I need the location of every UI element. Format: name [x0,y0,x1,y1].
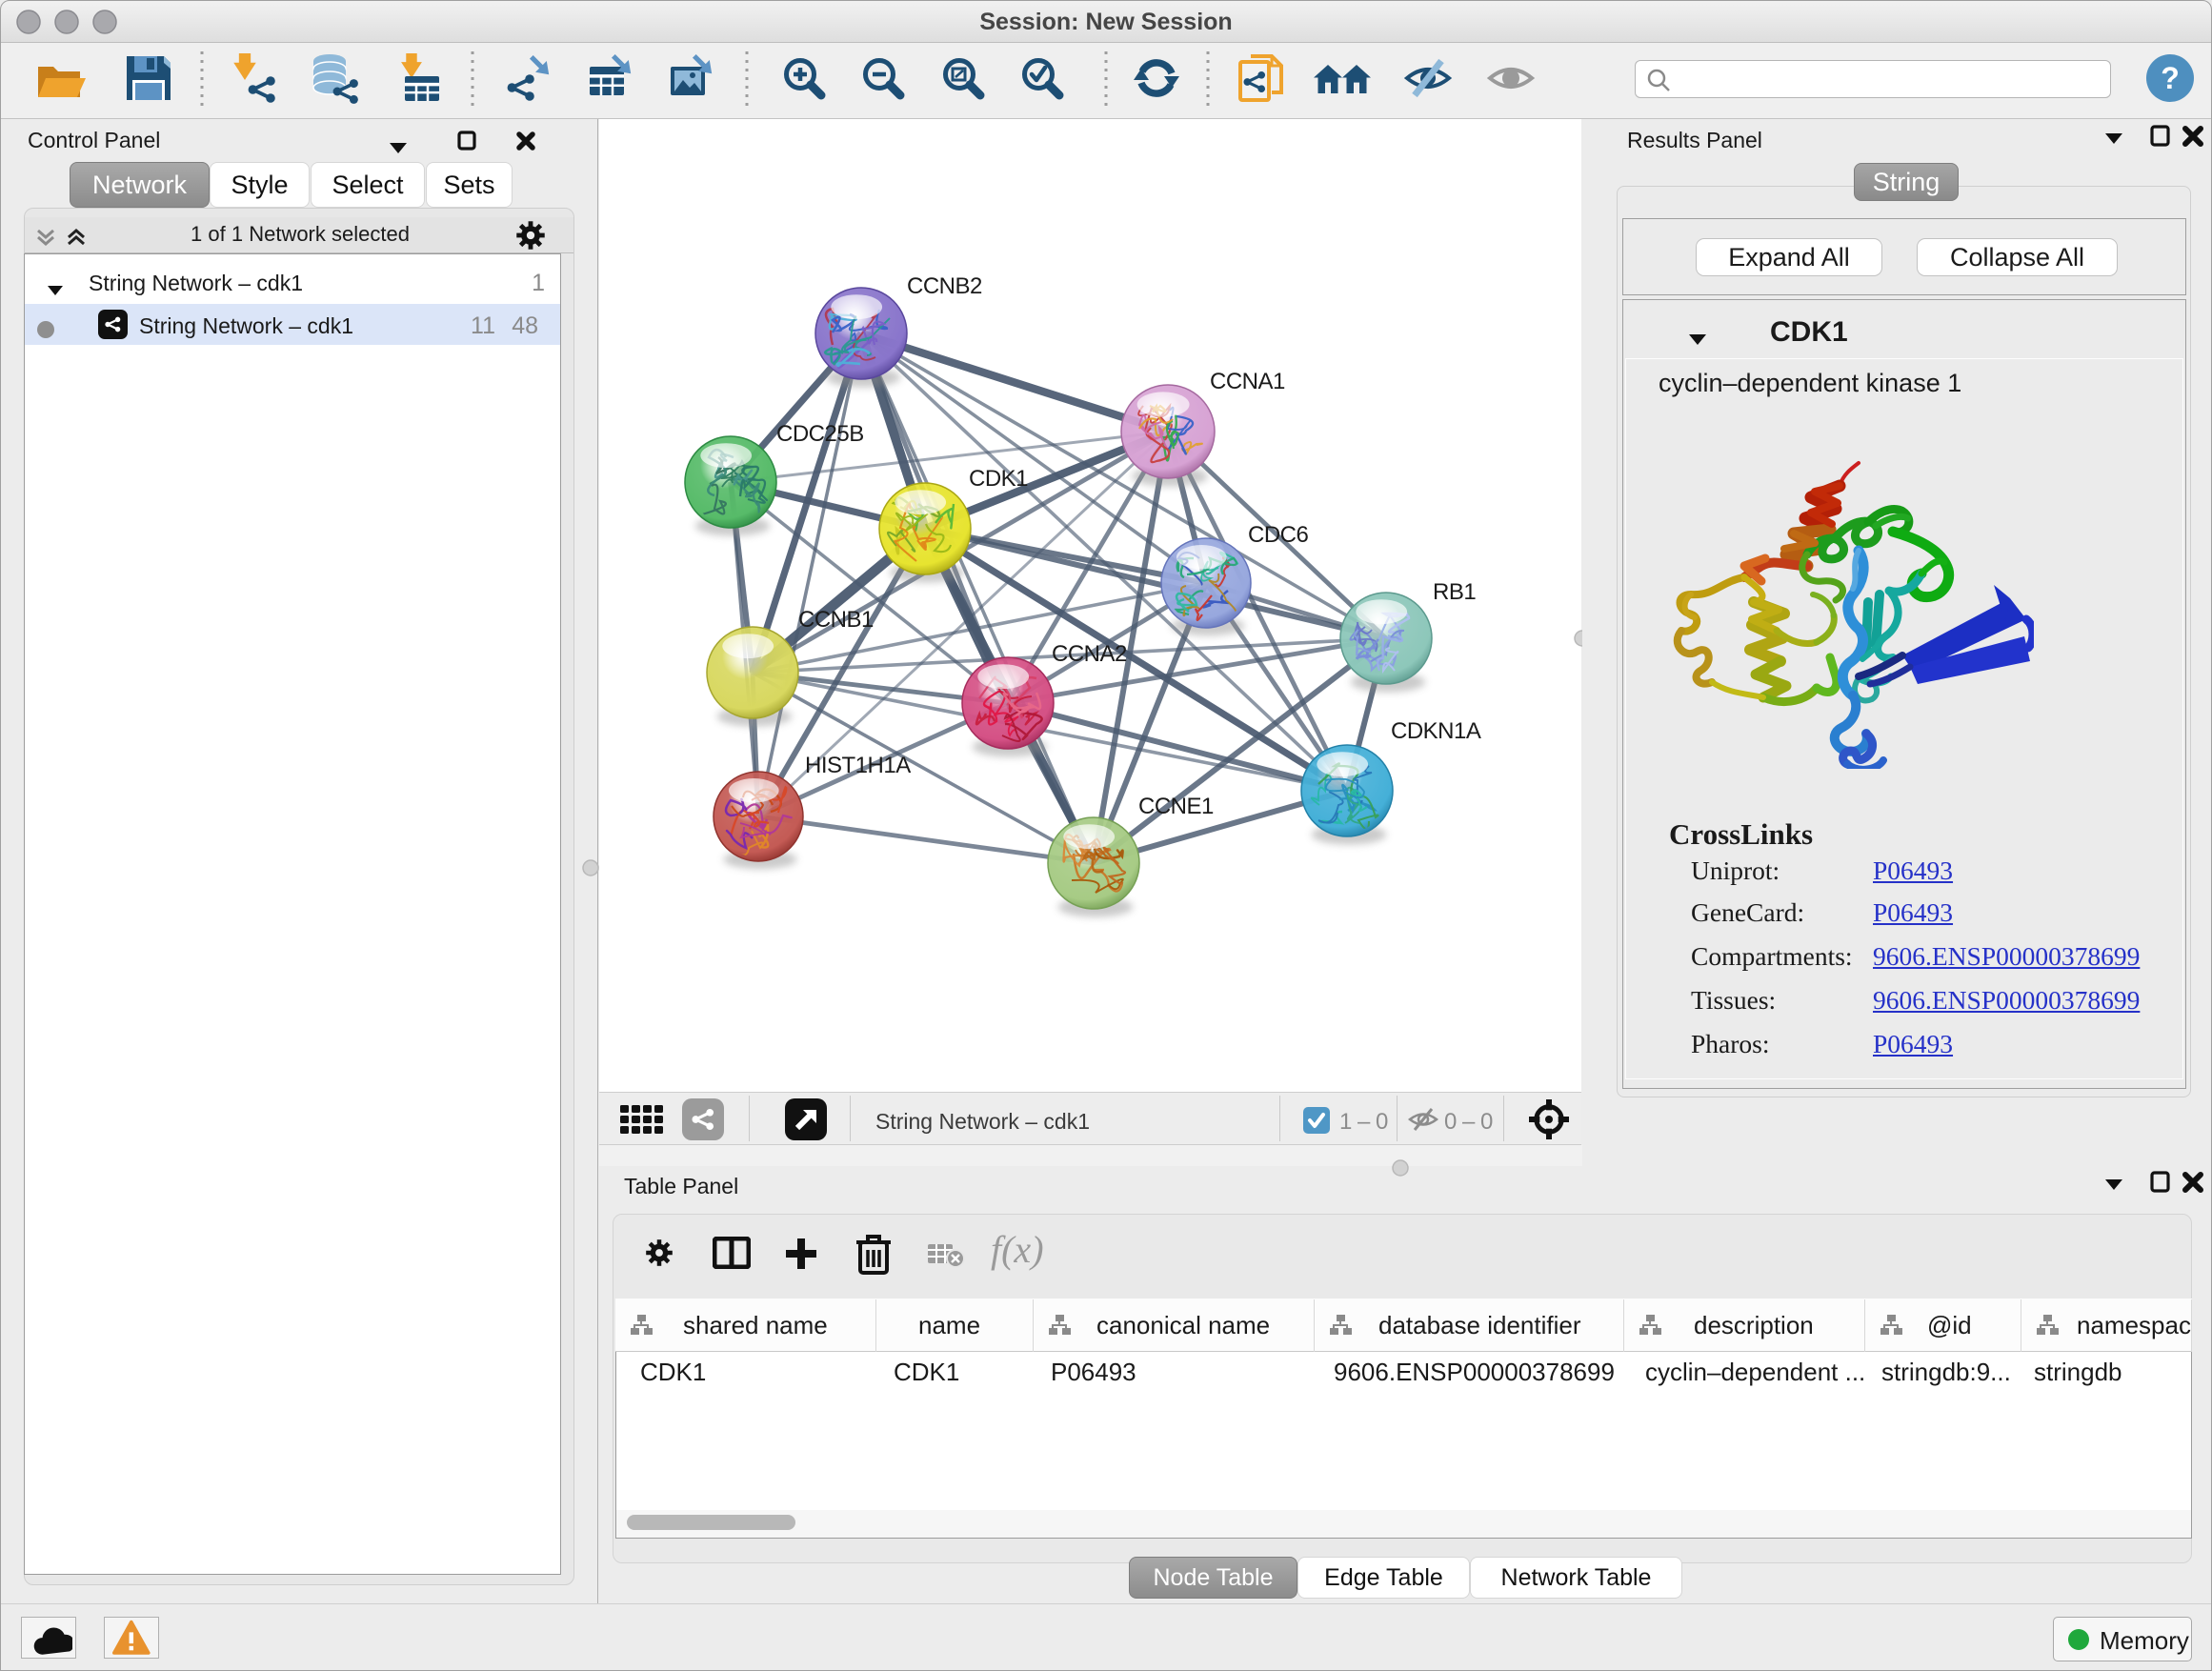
svg-text:HIST1H1A: HIST1H1A [805,753,911,778]
svg-text:CDK1: CDK1 [969,466,1028,492]
svg-text:RB1: RB1 [1433,579,1476,605]
svg-text:CDC6: CDC6 [1248,522,1308,548]
svg-text:CCNE1: CCNE1 [1138,794,1214,819]
svg-text:CCNB2: CCNB2 [907,273,982,299]
svg-text:CCNA2: CCNA2 [1052,641,1127,667]
svg-text:?: ? [2161,61,2180,95]
svg-text:CDC25B: CDC25B [776,421,864,447]
svg-text:CCNA1: CCNA1 [1210,369,1285,394]
svg-text:CCNB1: CCNB1 [798,607,874,633]
svg-text:CDKN1A: CDKN1A [1391,718,1481,744]
